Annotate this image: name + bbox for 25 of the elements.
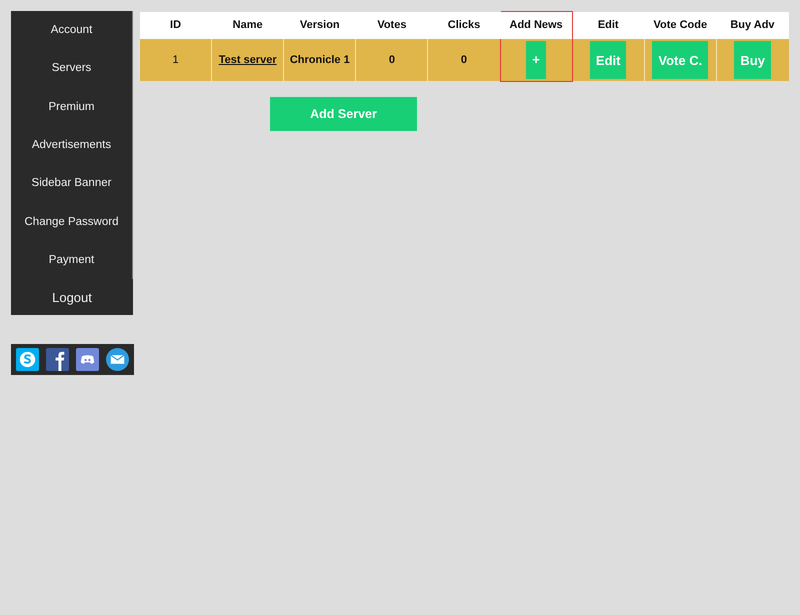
sidebar-item[interactable]: Change Password (11, 202, 132, 241)
column-header: Add News (500, 12, 572, 38)
column-header: ID (140, 12, 212, 38)
column-header: Version (284, 12, 356, 38)
sidebar-item[interactable]: Sidebar Banner (11, 164, 132, 202)
table-cell: Chronicle 1 (290, 54, 350, 66)
sidebar-item[interactable]: Servers (11, 49, 132, 88)
column-header: Buy Adv (716, 12, 788, 38)
table-cell: 1 (172, 54, 179, 66)
logout-button[interactable]: Logout (11, 279, 133, 316)
sidebar-item[interactable]: Account (11, 11, 132, 50)
skype-icon[interactable] (16, 348, 40, 372)
facebook-icon[interactable] (46, 348, 70, 372)
sidebar-item[interactable]: Payment (11, 240, 132, 280)
sidebar-item[interactable]: Advertisements (11, 126, 132, 164)
column-header: Edit (572, 12, 644, 38)
table-cell: 0 (388, 54, 395, 66)
column-header: Votes (356, 12, 428, 38)
column-header: Clicks (428, 12, 500, 38)
sidebar-item[interactable]: Premium (11, 88, 132, 126)
column-header: Vote Code (644, 12, 716, 38)
mail-icon[interactable] (106, 348, 129, 372)
table-cell: 0 (460, 54, 468, 66)
column-header: Name (212, 12, 284, 38)
discord-icon[interactable] (76, 348, 99, 372)
